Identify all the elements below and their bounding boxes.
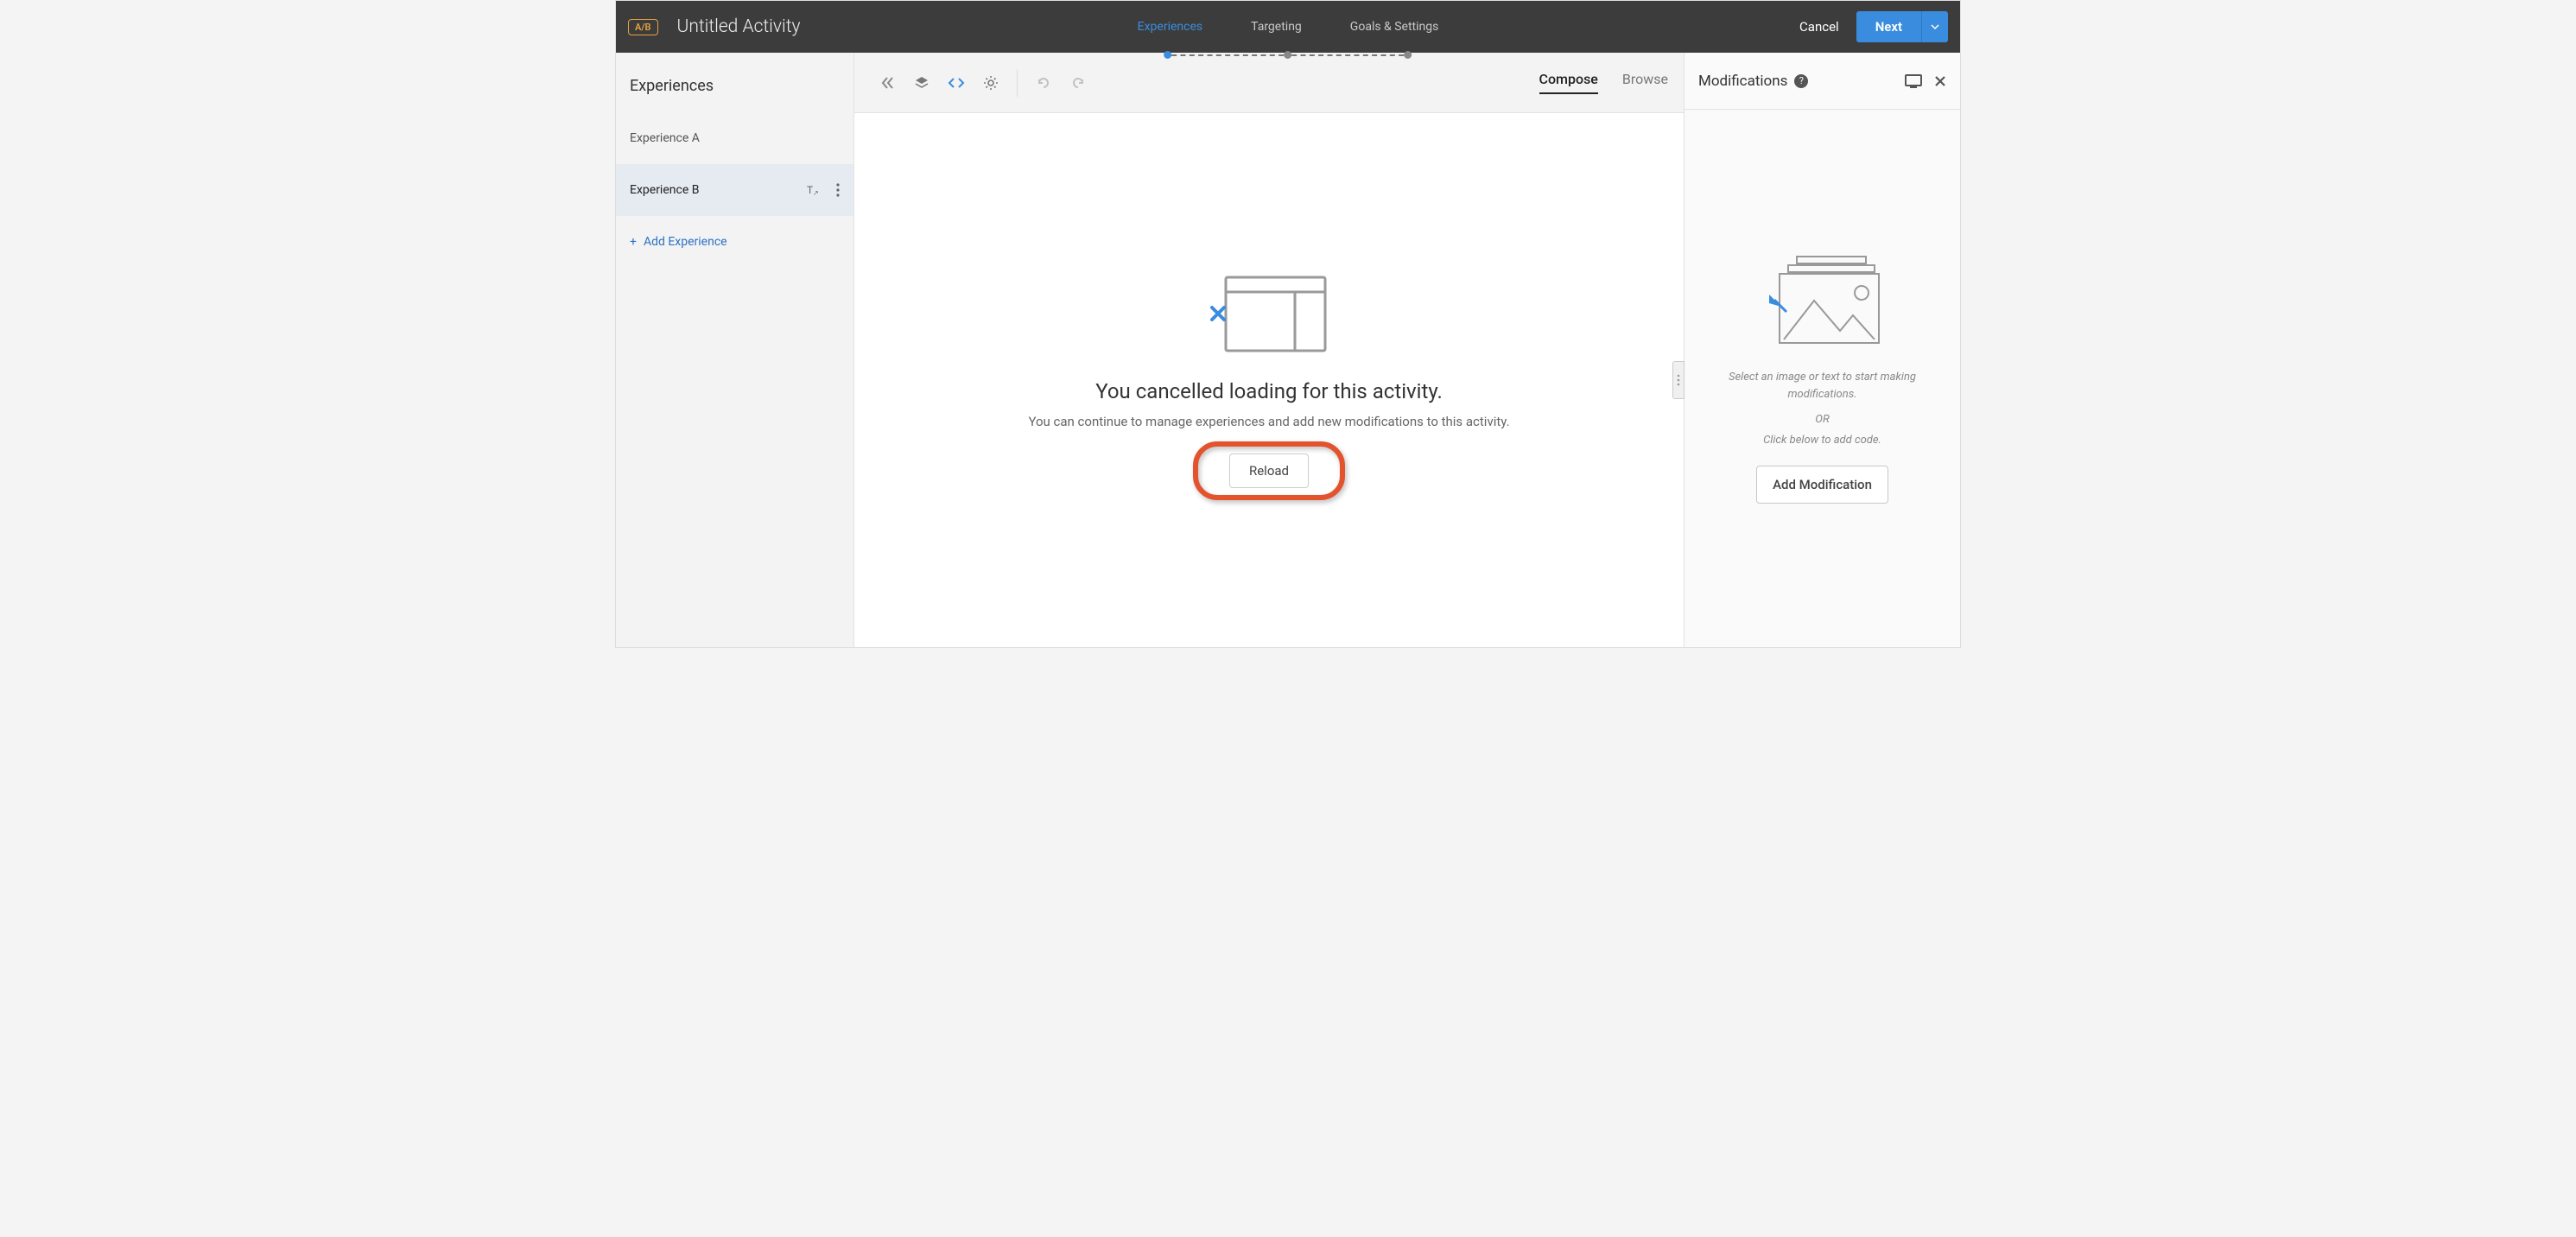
cancelled-window-icon — [1209, 273, 1329, 355]
reload-button[interactable]: Reload — [1229, 454, 1309, 488]
header-actions: Cancel Next — [1799, 11, 1960, 42]
rename-icon[interactable]: T↗ — [807, 183, 821, 197]
app-header: A/B Untitled Activity Experiences Target… — [616, 1, 1960, 53]
experiences-panel: Experiences Experience A Experience B T↗… — [616, 53, 854, 647]
cancel-button[interactable]: Cancel — [1799, 19, 1839, 35]
editor-canvas: You cancelled loading for this activity.… — [854, 113, 1684, 647]
plus-icon: + — [630, 235, 637, 249]
code-icon[interactable] — [939, 66, 974, 100]
hint-line-2: Click below to add code. — [1702, 432, 1943, 449]
tab-browse[interactable]: Browse — [1622, 71, 1668, 94]
next-button-group: Next — [1856, 11, 1948, 42]
undo-icon[interactable] — [1026, 66, 1061, 100]
help-icon[interactable]: ? — [1794, 74, 1808, 88]
tab-compose[interactable]: Compose — [1539, 71, 1598, 94]
center-area: Compose Browse You cancelled loading for… — [854, 53, 1684, 647]
experience-item-b[interactable]: Experience B T↗ — [616, 164, 853, 216]
reload-highlight: Reload — [1229, 454, 1309, 488]
hint-line-1: Select an image or text to start making … — [1702, 369, 1943, 403]
add-experience-label: Add Experience — [644, 235, 727, 249]
empty-state-title: You cancelled loading for this activity. — [1095, 379, 1443, 403]
app-root: A/B Untitled Activity Experiences Target… — [615, 0, 1961, 648]
close-icon[interactable] — [1934, 75, 1946, 87]
step-dot — [1404, 51, 1412, 59]
add-experience-button[interactable]: + Add Experience — [616, 216, 853, 268]
collapse-panel-icon[interactable] — [870, 66, 904, 100]
editor-mode-tabs: Compose Browse — [1539, 71, 1668, 94]
hint-or: OR — [1702, 411, 1943, 428]
svg-text:↗: ↗ — [813, 189, 819, 197]
step-goals-settings[interactable]: Goals & Settings — [1326, 20, 1463, 34]
add-modification-button[interactable]: Add Modification — [1756, 466, 1888, 504]
app-body: Experiences Experience A Experience B T↗… — [616, 53, 1960, 647]
step-connector — [1171, 54, 1284, 56]
layers-icon[interactable] — [904, 66, 939, 100]
next-caret-button[interactable] — [1921, 11, 1948, 42]
viewport-icon[interactable] — [1905, 74, 1922, 88]
modifications-header: Modifications ? — [1685, 53, 1960, 110]
empty-state: You cancelled loading for this activity.… — [854, 113, 1684, 647]
step-dot — [1284, 51, 1291, 59]
editor-toolbar: Compose Browse — [854, 53, 1684, 113]
modifications-body: Select an image or text to start making … — [1685, 110, 1960, 647]
step-targeting[interactable]: Targeting — [1227, 20, 1326, 34]
image-placeholder-icon — [1762, 253, 1883, 348]
experience-label: Experience A — [630, 131, 700, 145]
next-button[interactable]: Next — [1856, 11, 1921, 42]
empty-state-subtitle: You can continue to manage experiences a… — [1028, 414, 1509, 429]
modifications-hint: Select an image or text to start making … — [1702, 369, 1943, 448]
experiences-panel-title: Experiences — [616, 53, 853, 112]
chevron-down-icon — [1931, 22, 1939, 31]
step-dot — [1164, 51, 1171, 59]
activity-title[interactable]: Untitled Activity — [677, 16, 801, 37]
experience-label: Experience B — [630, 183, 699, 197]
modifications-panel: Modifications ? — [1684, 53, 1960, 647]
modifications-title: Modifications — [1698, 73, 1787, 90]
gear-icon[interactable] — [974, 66, 1008, 100]
redo-icon[interactable] — [1061, 66, 1095, 100]
stepper-progress — [1164, 51, 1412, 59]
panel-resize-handle[interactable] — [1672, 361, 1685, 399]
step-connector — [1291, 54, 1404, 56]
workflow-stepper: Experiences Targeting Goals & Settings — [1114, 20, 1463, 34]
step-experiences[interactable]: Experiences — [1114, 20, 1227, 34]
more-icon[interactable] — [836, 183, 840, 197]
activity-type-badge: A/B — [628, 19, 658, 35]
toolbar-separator — [1017, 69, 1018, 97]
experience-item-a[interactable]: Experience A — [616, 112, 853, 164]
